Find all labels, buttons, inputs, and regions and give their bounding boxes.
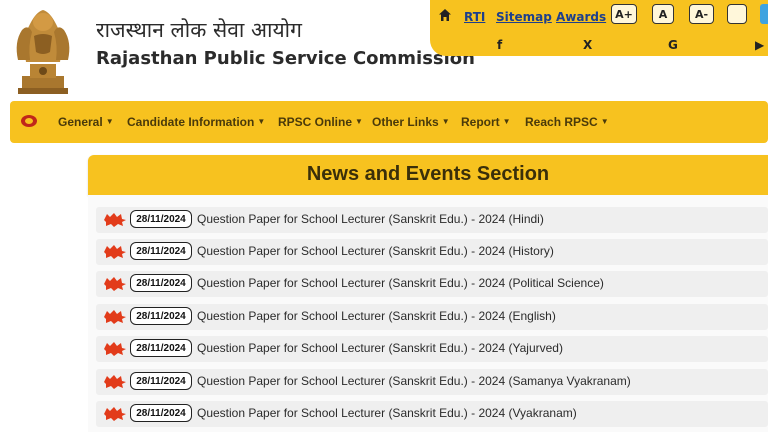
chevron-down-icon: ▼ (257, 117, 266, 126)
news-link[interactable]: Question Paper for School Lecturer (Sans… (197, 309, 556, 323)
nav-rpsc-online-label: RPSC Online (278, 115, 353, 129)
news-date: 28/11/2024 (130, 339, 192, 357)
news-section-title: News and Events Section (306, 163, 550, 185)
chevron-down-icon: ▼ (600, 117, 609, 126)
news-date: 28/11/2024 (130, 210, 192, 228)
language-toggle-button[interactable] (760, 4, 768, 24)
google-icon[interactable]: G (668, 38, 678, 52)
awards-link[interactable]: Awards (556, 10, 606, 24)
news-item[interactable]: 28/11/2024 Question Paper for School Lec… (96, 304, 768, 330)
nav-other-links[interactable]: Other Links ▼ (372, 115, 450, 129)
font-decrease-button[interactable]: A- (689, 4, 714, 24)
facebook-icon[interactable]: f (497, 38, 502, 52)
nav-rpsc-online[interactable]: RPSC Online ▼ (278, 115, 363, 129)
news-item[interactable]: 28/11/2024 Question Paper for School Lec… (96, 239, 768, 265)
nav-candidate-information[interactable]: Candidate Information ▼ (127, 115, 265, 129)
contrast-toggle-button[interactable] (727, 4, 747, 24)
news-section-header: News and Events Section (88, 155, 768, 195)
news-item[interactable]: 28/11/2024 Question Paper for School Lec… (96, 336, 768, 362)
new-badge-icon (104, 375, 126, 389)
news-date: 28/11/2024 (130, 242, 192, 260)
nav-other-links-label: Other Links (372, 115, 439, 129)
nav-report-label: Report (461, 115, 500, 129)
chevron-down-icon: ▼ (502, 117, 511, 126)
news-link[interactable]: Question Paper for School Lecturer (Sans… (197, 244, 554, 258)
news-item[interactable]: 28/11/2024 Question Paper for School Lec… (96, 271, 768, 297)
new-badge-icon (104, 213, 126, 227)
youtube-icon[interactable]: ▶ (755, 38, 764, 52)
news-link[interactable]: Question Paper for School Lecturer (Sans… (197, 276, 604, 290)
org-title-hindi: राजस्थान लोक सेवा आयोग (96, 18, 302, 42)
chevron-down-icon: ▼ (355, 117, 363, 126)
news-link[interactable]: Question Paper for School Lecturer (Sans… (197, 374, 631, 388)
new-badge-icon (104, 407, 126, 421)
home-icon[interactable] (438, 8, 452, 22)
new-badge-icon (104, 342, 126, 356)
utility-bar: RTI Sitemap Awards A+ A A- f X G ▶ (430, 0, 768, 56)
nav-general-label: General (58, 115, 103, 129)
chevron-down-icon: ▼ (105, 117, 114, 126)
news-date: 28/11/2024 (130, 307, 192, 325)
news-item[interactable]: 28/11/2024 Question Paper for School Lec… (96, 401, 768, 427)
news-date: 28/11/2024 (130, 372, 192, 390)
nav-report[interactable]: Report ▼ (461, 115, 511, 129)
new-badge-icon (104, 245, 126, 259)
nav-reach-rpsc[interactable]: Reach RPSC ▼ (525, 115, 609, 129)
nav-reach-rpsc-label: Reach RPSC (525, 115, 598, 129)
font-increase-button[interactable]: A+ (611, 4, 637, 24)
x-twitter-icon[interactable]: X (583, 38, 592, 52)
org-title-english: Rajasthan Public Service Commission (96, 48, 475, 69)
state-emblem-icon (16, 10, 70, 94)
news-date: 28/11/2024 (130, 404, 192, 422)
nav-candidate-information-label: Candidate Information (127, 115, 255, 129)
news-date: 28/11/2024 (130, 274, 192, 292)
chevron-down-icon: ▼ (441, 117, 450, 126)
news-link[interactable]: Question Paper for School Lecturer (Sans… (197, 212, 544, 226)
news-item[interactable]: 28/11/2024 Question Paper for School Lec… (96, 369, 768, 395)
new-badge-icon (104, 310, 126, 324)
main-navbar: General ▼ Candidate Information ▼ RPSC Onl… (10, 101, 768, 143)
rti-link[interactable]: RTI (464, 10, 485, 24)
rpsc-logo-icon[interactable] (20, 114, 38, 128)
font-normal-button[interactable]: A (652, 4, 674, 24)
news-item[interactable]: 28/11/2024 Question Paper for School Lec… (96, 207, 768, 233)
nav-general[interactable]: General ▼ (58, 115, 114, 129)
news-link[interactable]: Question Paper for School Lecturer (Sans… (197, 406, 577, 420)
sitemap-link[interactable]: Sitemap (496, 10, 552, 24)
new-badge-icon (104, 277, 126, 291)
news-link[interactable]: Question Paper for School Lecturer (Sans… (197, 341, 563, 355)
